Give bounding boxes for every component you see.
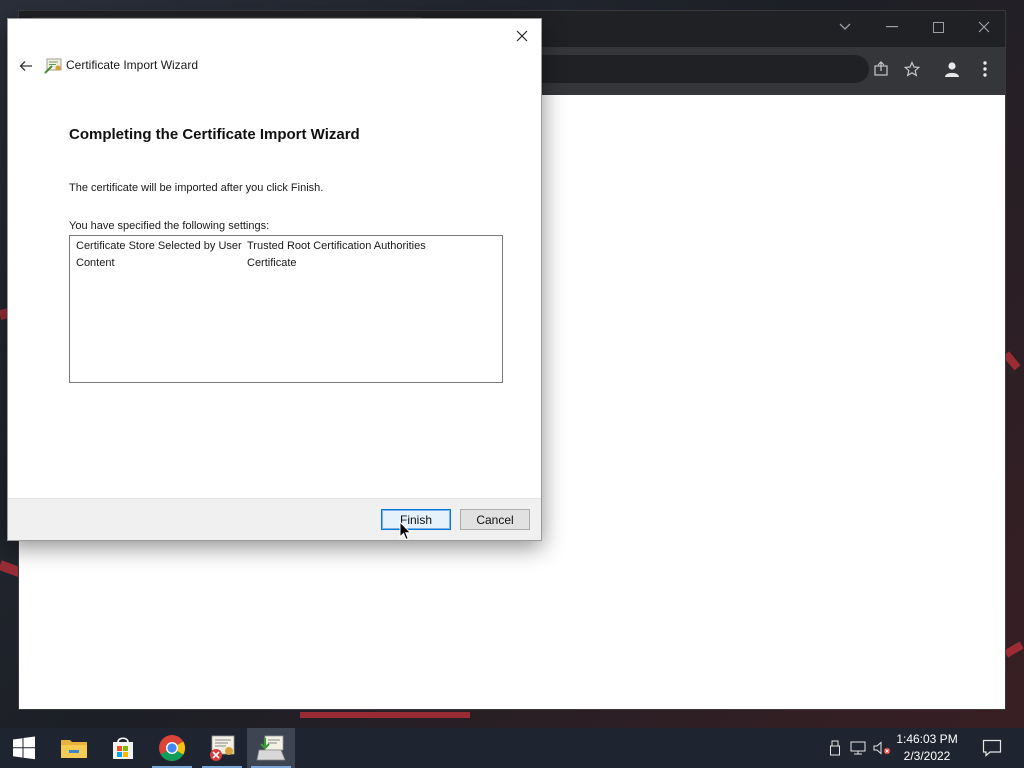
wallpaper-streak: [1004, 641, 1024, 658]
chrome-icon[interactable]: [148, 728, 196, 768]
profile-icon[interactable]: [940, 57, 964, 81]
setting-key: Content: [76, 257, 115, 269]
certificate-import-wizard-dialog: Certificate Import Wizard Completing the…: [7, 18, 542, 541]
minimize-icon[interactable]: [869, 11, 915, 43]
volume-muted-icon[interactable]: [873, 740, 891, 756]
setting-key: Certificate Store Selected by User: [76, 240, 242, 252]
share-icon[interactable]: [869, 57, 893, 81]
page-heading: Completing the Certificate Import Wizard: [69, 126, 360, 143]
clock-time: 1:46:03 PM: [896, 732, 958, 746]
settings-list[interactable]: Certificate Store Selected by User Trust…: [69, 235, 503, 383]
mouse-cursor-icon: [399, 520, 413, 541]
star-icon[interactable]: [900, 57, 924, 81]
start-icon[interactable]: [0, 728, 48, 768]
certificate-import-icon[interactable]: [247, 728, 295, 768]
certificate-manager-icon[interactable]: [198, 728, 246, 768]
file-explorer-icon[interactable]: [50, 728, 98, 768]
store-icon[interactable]: [99, 728, 147, 768]
setting-value: Trusted Root Certification Authorities: [247, 240, 426, 252]
wallpaper-streak: [300, 712, 470, 718]
cancel-button[interactable]: Cancel: [460, 509, 530, 530]
certificate-icon: [44, 55, 64, 75]
close-icon[interactable]: [509, 23, 535, 49]
usb-device-icon[interactable]: [826, 740, 844, 756]
dialog-title: Certificate Import Wizard: [66, 58, 199, 72]
taskbar: 1:46:03 PM 2/3/2022: [0, 728, 1024, 768]
description-text: The certificate will be imported after y…: [69, 182, 324, 194]
settings-label: You have specified the following setting…: [69, 220, 270, 232]
network-icon[interactable]: [850, 740, 868, 756]
setting-value: Certificate: [247, 257, 297, 269]
close-icon[interactable]: [961, 11, 1007, 43]
maximize-icon[interactable]: [915, 11, 961, 43]
back-arrow-icon[interactable]: [14, 56, 38, 76]
finish-button[interactable]: Finish: [381, 509, 451, 530]
menu-icon[interactable]: [973, 57, 997, 81]
notification-icon[interactable]: [982, 739, 1002, 757]
clock-date: 2/3/2022: [903, 749, 951, 763]
tab-search-icon[interactable]: [822, 11, 868, 43]
system-clock[interactable]: 1:46:03 PM 2/3/2022: [892, 731, 962, 765]
dialog-footer: Finish Cancel: [8, 498, 541, 540]
